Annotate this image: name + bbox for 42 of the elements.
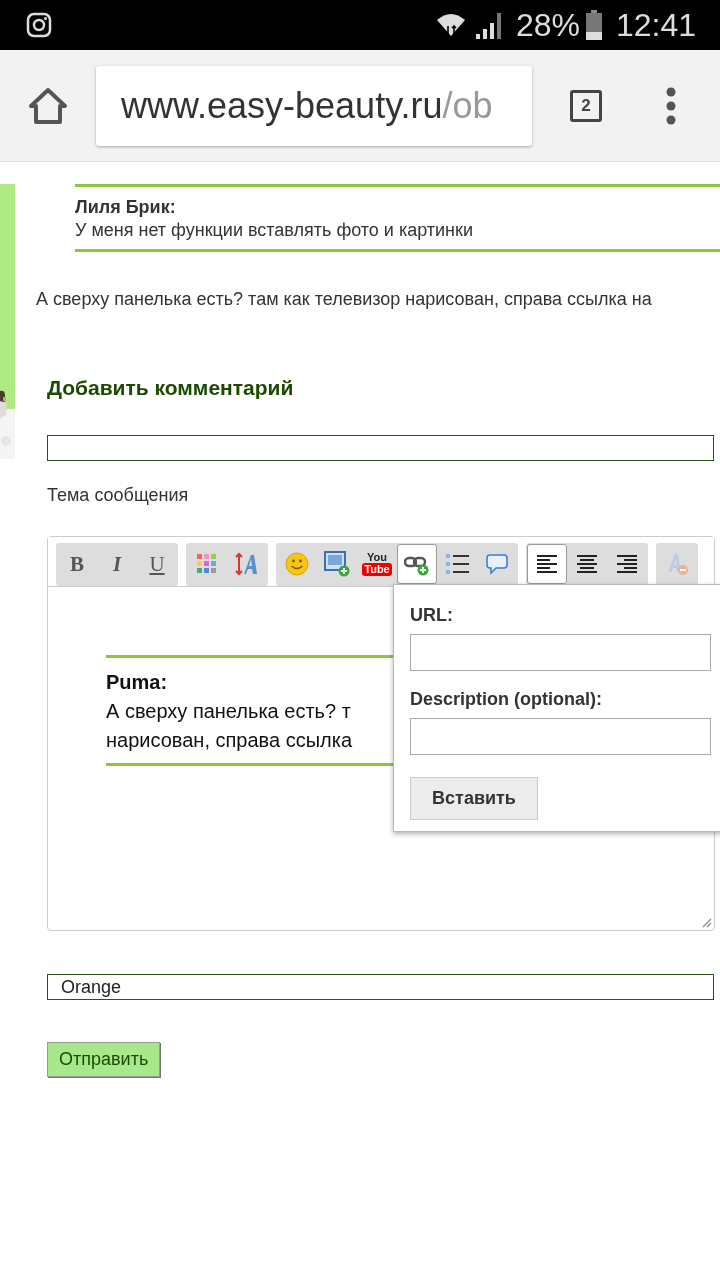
bold-button[interactable]: B — [57, 544, 97, 584]
home-icon[interactable] — [28, 86, 68, 125]
video-button[interactable]: You Tube — [357, 544, 397, 584]
subject-field[interactable] — [47, 435, 714, 461]
tab-count[interactable]: 2 — [570, 89, 602, 122]
battery-icon — [585, 10, 602, 40]
image-add-icon — [324, 551, 350, 577]
smiley-icon — [285, 552, 309, 576]
underline-button[interactable]: U — [137, 544, 177, 584]
insert-button[interactable]: Вставить — [410, 777, 538, 820]
instagram-icon — [26, 12, 52, 38]
font-size-icon — [235, 552, 259, 576]
align-right-icon — [617, 554, 637, 574]
quote-author: Puma: — [106, 670, 169, 695]
speech-bubble-icon — [486, 554, 508, 574]
clear-format-icon — [665, 552, 689, 576]
align-left-button[interactable] — [527, 544, 567, 584]
field-label: Description (optional): — [410, 689, 603, 710]
submit-button[interactable]: Отправить — [47, 1042, 161, 1077]
color-grid-icon — [197, 554, 217, 574]
url-field[interactable] — [410, 634, 711, 671]
comment-text: А сверху панелька есть? там как телевизор нарисован, справа ссылка на — [36, 288, 653, 310]
resize-handle-icon[interactable] — [702, 918, 712, 928]
link-button[interactable] — [397, 544, 437, 584]
battery-percentage: 28% — [515, 9, 580, 41]
field-label: Тема сообщения — [47, 484, 190, 506]
comment-text: У меня нет функции вставлять фото и картинки — [75, 219, 474, 242]
section-heading: Добавить комментарий — [47, 375, 295, 401]
align-center-icon — [577, 554, 597, 574]
name-field[interactable]: Orange — [47, 974, 714, 1000]
quote-text: нарисован, справа ссылка — [106, 728, 353, 753]
comment-author: Лиля Брик: — [75, 196, 177, 219]
clock-time: 12:41 — [615, 9, 696, 41]
menu-icon[interactable] — [666, 86, 676, 125]
field-label: URL: — [410, 605, 454, 626]
list-icon — [445, 553, 469, 575]
signal-icon — [475, 11, 502, 39]
address-bar[interactable]: www.easy-beauty.ru/ob — [96, 65, 532, 146]
align-left-icon — [537, 554, 557, 574]
quote-text: А сверху панелька есть? т — [106, 699, 352, 724]
description-field[interactable] — [410, 718, 711, 755]
italic-button[interactable]: I — [97, 544, 137, 584]
